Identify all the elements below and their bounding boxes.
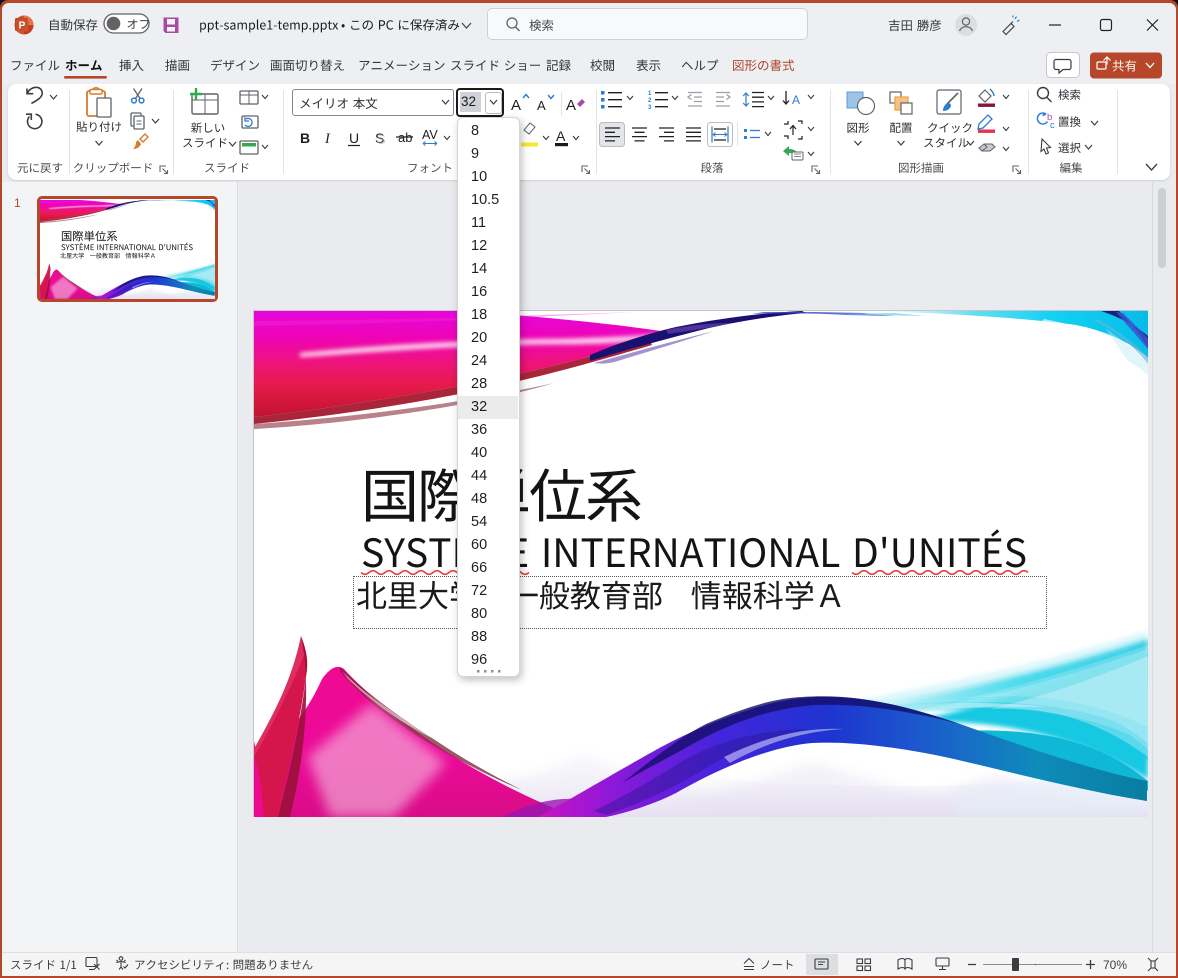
svg-text:A: A [792,93,800,107]
svg-text:B: B [300,130,310,146]
svg-text:A: A [556,128,566,144]
svg-text:2: 2 [648,98,652,104]
svg-text:A: A [511,97,521,114]
svg-text:I: I [324,131,331,147]
svg-text:AV: AV [422,128,438,142]
svg-text:P: P [19,21,26,32]
svg-text:S: S [377,131,386,147]
svg-text:3: 3 [648,105,652,111]
svg-text:U: U [349,130,359,146]
svg-text:c: c [1050,120,1055,131]
svg-text:A: A [537,98,546,113]
svg-text:1: 1 [648,91,652,97]
svg-text:A: A [566,97,576,114]
